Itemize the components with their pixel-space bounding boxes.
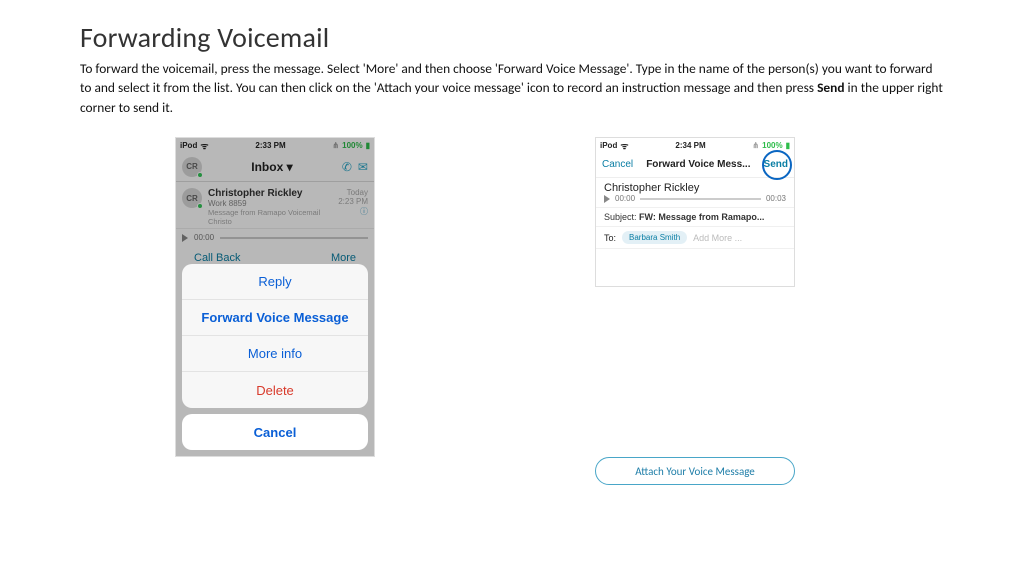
cancel-link[interactable]: Cancel [602,159,633,170]
forward-voice-message-option[interactable]: Forward Voice Message [182,300,368,336]
subject-label: Subject: [604,212,637,222]
battery-label: 100% [762,141,782,150]
forward-title: Forward Voice Mess... [633,159,763,170]
status-time: 2:34 PM [675,141,705,150]
cancel-button[interactable]: Cancel [182,414,368,450]
to-row[interactable]: To: Barbara Smith Add More ... [596,227,794,249]
screenshot-forward-screen-column: iPod ᯤ 2:34 PM ⋔ 100% ▮ Cancel Forward V… [595,137,795,485]
bt-icon: ⋔ [752,141,759,150]
screenshot-action-sheet: iPod ᯤ 2:33 PM ⋔ 100% ▮ CR Inbox ▾ ✆ [175,137,375,457]
recipient-pill[interactable]: Barbara Smith [622,231,687,244]
to-label: To: [604,233,616,243]
device-label: iPod [600,141,617,150]
instruction-text: To forward the voicemail, press the mess… [80,59,944,117]
playback-mini[interactable]: 00:00 00:03 [604,194,786,203]
body-prefix: To forward the voicemail, press the mess… [80,60,933,96]
more-info-option[interactable]: More info [182,336,368,372]
sender-row: Christopher Rickley 00:00 00:03 [596,178,794,208]
attach-voice-message-button[interactable]: Attach Your Voice Message [595,457,795,485]
wifi-icon: ᯤ [620,139,628,152]
reply-option[interactable]: Reply [182,264,368,300]
action-sheet: Reply Forward Voice Message More info De… [182,264,368,450]
status-bar: iPod ᯤ 2:34 PM ⋔ 100% ▮ [596,138,794,152]
screenshot-forward-screen: iPod ᯤ 2:34 PM ⋔ 100% ▮ Cancel Forward V… [595,137,795,287]
battery-icon: ▮ [786,141,790,150]
body-send-word: Send [817,79,844,96]
subject-value: FW: Message from Ramapo... [639,212,764,222]
play-end: 00:03 [766,194,786,203]
send-button[interactable]: Send [764,159,788,170]
play-icon[interactable] [604,195,610,203]
add-more-placeholder[interactable]: Add More ... [693,233,742,243]
delete-option[interactable]: Delete [182,372,368,408]
play-start: 00:00 [615,194,635,203]
scrubber[interactable] [640,198,761,200]
page-title: Forwarding Voicemail [80,20,944,55]
forward-nav: Cancel Forward Voice Mess... Send [596,152,794,178]
subject-row: Subject: FW: Message from Ramapo... [596,208,794,227]
sender-name: Christopher Rickley [604,182,786,194]
